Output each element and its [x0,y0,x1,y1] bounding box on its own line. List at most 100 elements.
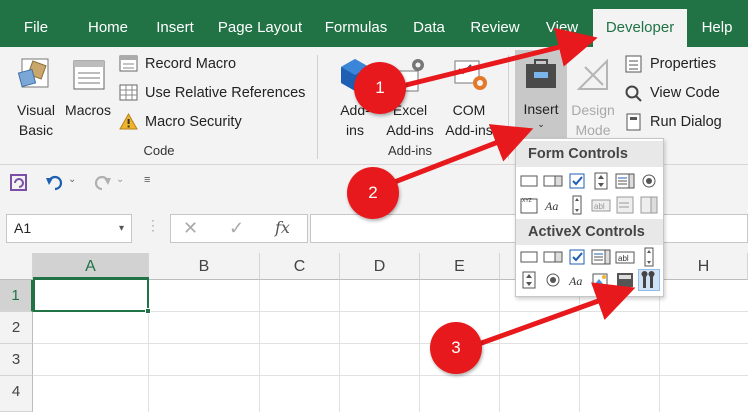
redo-icon[interactable] [92,174,112,192]
column-header[interactable]: C [260,253,340,280]
design-mode-label-line1: Design [571,102,615,118]
customize-toolbar-icon[interactable]: ≡ [144,174,150,186]
tab-home[interactable]: Home [80,0,136,47]
properties-icon [625,55,642,73]
annotation-badge-2: 2 [347,167,399,219]
select-all-corner[interactable] [0,253,33,280]
cancel-icon[interactable]: ✕ [183,218,198,239]
tab-insert[interactable]: Insert [148,0,202,47]
group-divider [508,55,509,159]
tab-review[interactable]: Review [462,0,528,47]
undo-dropdown-icon[interactable]: ⌄ [68,174,76,185]
run-dialog-icon [626,113,641,131]
tab-page-layout[interactable]: Page Layout [212,0,308,47]
row-header[interactable]: 2 [0,312,33,344]
view-code-label: View Code [650,85,720,101]
name-box[interactable]: A1 ▾ [6,214,132,243]
redo-dropdown-icon[interactable]: ⌄ [116,174,124,185]
toolbox-icon [526,59,556,88]
text-field-icon[interactable]: abl [591,195,611,215]
insert-function-button[interactable]: fx [275,218,290,237]
option-button-icon[interactable] [543,270,563,290]
fill-handle[interactable] [145,308,151,314]
column-header[interactable]: D [340,253,420,280]
design-mode-button[interactable]: Design Mode [566,53,620,139]
splitter-icon[interactable]: ⋮ [146,217,160,234]
button-icon[interactable] [519,247,539,267]
run-dialog-button[interactable]: Run Dialog [624,110,722,134]
row-header[interactable]: 1 [0,280,33,312]
visual-basic-button[interactable]: Visual Basic [8,53,64,139]
row-header[interactable]: 4 [0,376,33,412]
tab-data[interactable]: Data [404,0,454,47]
list-box-icon[interactable] [591,247,611,267]
autosave-icon[interactable] [8,173,30,193]
visual-basic-label-line1: Visual [17,102,55,118]
record-macro-label: Record Macro [145,56,237,72]
grid-line [259,280,260,412]
grid-line [579,280,580,412]
svg-text:abl: abl [618,254,629,263]
toggle-button-icon[interactable] [615,270,635,290]
formula-buttons: ✕ ✓ fx [170,214,308,243]
tab-view[interactable]: View [536,0,588,47]
tab-help[interactable]: Help [694,0,740,47]
insert-controls-button[interactable]: Insert ⌄ [515,50,567,138]
excel-add-ins-label-line2: Add-ins [386,122,434,138]
scroll-bar-icon[interactable] [639,247,659,267]
spin-button-icon[interactable] [519,270,539,290]
button-icon[interactable] [519,171,539,191]
checkbox-icon[interactable] [567,171,587,191]
svg-text:Aa: Aa [544,199,558,213]
name-box-value: A1 [14,220,32,236]
activex-controls-header: ActiveX Controls [516,219,663,245]
insert-label: Insert [523,101,559,117]
tab-formulas[interactable]: Formulas [318,0,394,47]
relative-references-label: Use Relative References [145,85,306,101]
undo-icon[interactable] [45,174,65,192]
view-code-button[interactable]: View Code [624,81,720,105]
combo-list-edit-icon[interactable] [615,195,635,215]
group-box-icon[interactable]: XYZ [519,195,539,215]
row-header[interactable]: 3 [0,344,33,376]
tab-developer[interactable]: Developer [593,9,687,47]
option-button-icon[interactable] [639,171,659,191]
add-ins-label-line2: ins [346,122,364,138]
relative-references-icon [119,84,138,101]
column-header[interactable]: H [660,253,748,280]
macro-security-button[interactable]: Macro Security [119,110,242,134]
checkbox-icon[interactable] [567,247,587,267]
active-cell-a1[interactable] [33,277,151,314]
insert-controls-dropdown: Form Controls XYZ Aa abl ActiveX Controls … [515,138,664,297]
label-icon[interactable]: Aa [567,270,587,290]
tab-file[interactable]: File [12,0,60,47]
com-add-ins-button[interactable]: COM Add-ins [440,53,498,139]
more-controls-icon[interactable] [638,269,660,291]
grid-line [339,280,340,412]
combo-box-icon[interactable] [543,247,563,267]
combo-box-icon[interactable] [543,171,563,191]
chevron-down-icon[interactable]: ▾ [119,215,124,242]
macros-icon [73,60,105,90]
combo-drop-edit-icon[interactable] [639,195,659,215]
code-group-label: Code [143,143,175,158]
check-icon[interactable]: ✓ [229,218,244,239]
com-add-ins-label-line2: Add-ins [445,122,493,138]
scroll-bar-icon[interactable] [567,195,587,215]
column-header[interactable]: E [420,253,500,280]
column-header[interactable]: A [33,253,149,280]
spin-button-icon[interactable] [591,171,611,191]
macros-button[interactable]: Macros [62,53,114,139]
record-macro-button[interactable]: Record Macro [119,52,236,76]
grid-line [33,375,748,376]
warning-icon [119,113,138,130]
image-icon[interactable] [591,270,611,290]
list-box-icon[interactable] [615,171,635,191]
use-relative-references-button[interactable]: Use Relative References [119,81,305,105]
grid-line [419,280,420,412]
chevron-down-icon: ⌄ [537,119,545,129]
properties-button[interactable]: Properties [624,52,716,76]
column-header[interactable]: B [149,253,260,280]
text-box-icon[interactable]: abl [615,247,635,267]
label-icon[interactable]: Aa [543,195,563,215]
